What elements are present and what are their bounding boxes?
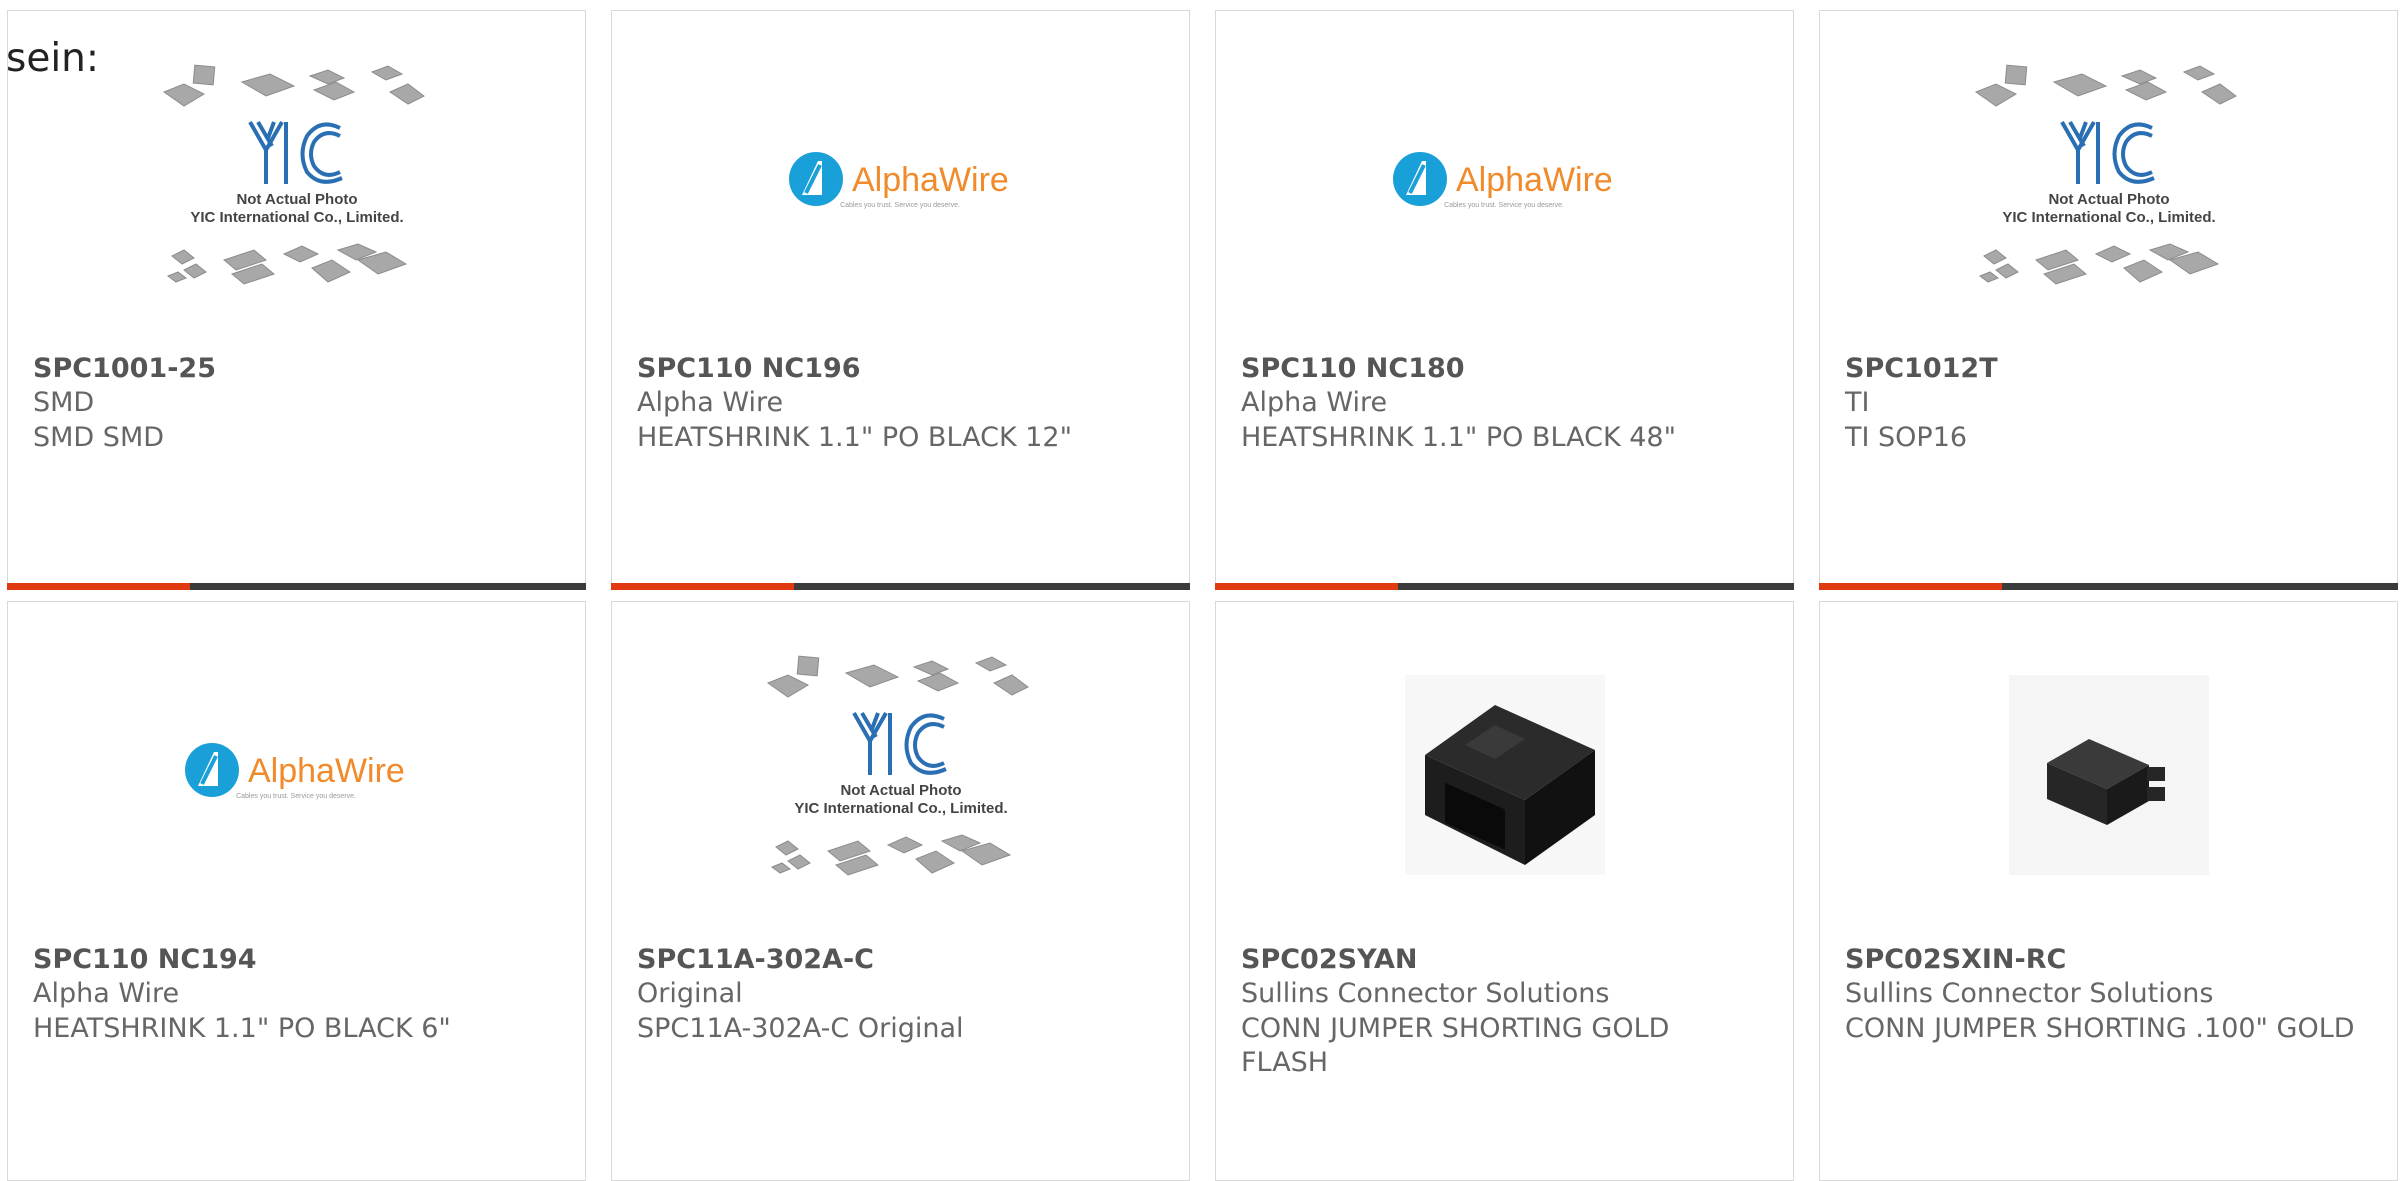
product-title[interactable]: SPC110 NC194 [33,944,257,975]
card-hover-bar [1819,583,2398,590]
product-brand: TI [1845,387,1870,418]
product-description: HEATSHRINK 1.1" PO BLACK 12" [637,422,1073,453]
product-description: CONN JUMPER SHORTING .100" GOLD [1845,1013,2355,1044]
product-card[interactable]: AlphaWire Cables you trust. Service you … [7,601,586,1181]
placeholder-line2: YIC International Co., Limited. [190,209,403,226]
product-card[interactable]: Not Actual Photo YIC International Co., … [611,601,1190,1181]
yic-placeholder-image[interactable]: Not Actual Photo YIC International Co., … [756,655,1046,876]
product-title[interactable]: SPC11A-302A-C [637,944,874,975]
yic-placeholder-image[interactable]: Not Actual Photo YIC International Co., … [152,64,442,285]
product-card[interactable]: AlphaWire Cables you trust. Service you … [611,10,1190,590]
product-brand: SMD [33,387,95,418]
alphawire-tagline: Cables you trust. Service you deserve. [236,793,356,800]
placeholder-line2: YIC International Co., Limited. [794,800,1007,817]
card-hover-accent [1819,583,2002,590]
alphawire-tagline: Cables you trust. Service you deserve. [840,202,960,209]
card-hover-bar [7,583,586,590]
page-heading: sein: [6,36,100,81]
product-description: SMD SMD [33,422,165,453]
card-hover-bar [1215,583,1794,590]
product-brand: Alpha Wire [1241,387,1388,418]
product-description: CONN JUMPER SHORTING GOLD FLASH [1241,1013,1670,1078]
alphawire-name: AlphaWire [248,752,405,790]
product-description: HEATSHRINK 1.1" PO BLACK 48" [1241,422,1677,453]
product-description: SPC11A-302A-C Original [637,1013,964,1044]
product-description: HEATSHRINK 1.1" PO BLACK 6" [33,1013,451,1044]
product-card[interactable]: SPC02SXIN-RC Sullins Connector Solutions… [1819,601,2398,1181]
placeholder-line2: YIC International Co., Limited. [2002,209,2215,226]
alphawire-name: AlphaWire [1456,161,1613,199]
alphawire-tagline: Cables you trust. Service you deserve. [1444,202,1564,209]
product-title[interactable]: SPC1001-25 [33,353,216,384]
alphawire-logo-image[interactable]: AlphaWire Cables you trust. Service you … [756,89,1046,279]
jumper-product-image[interactable] [1964,675,2254,875]
product-description: TI SOP16 [1845,422,1968,453]
product-title[interactable]: SPC110 NC180 [1241,353,1465,384]
product-card[interactable]: SPC02SYAN Sullins Connector Solutions CO… [1215,601,1794,1181]
alphawire-logo-image[interactable]: AlphaWire Cables you trust. Service you … [1360,89,1650,279]
product-title[interactable]: SPC02SYAN [1241,944,1418,975]
alphawire-logo-image[interactable]: AlphaWire Cables you trust. Service you … [152,680,442,870]
alphawire-name: AlphaWire [852,161,1009,199]
product-brand: Sullins Connector Solutions [1241,978,1610,1009]
product-title[interactable]: SPC110 NC196 [637,353,861,384]
placeholder-line1: Not Actual Photo [840,782,961,799]
yic-placeholder-image[interactable]: Not Actual Photo YIC International Co., … [1964,64,2254,285]
product-title[interactable]: SPC1012T [1845,353,1998,384]
product-card[interactable]: AlphaWire Cables you trust. Service you … [1215,10,1794,590]
product-brand: Original [637,978,743,1009]
card-hover-accent [611,583,794,590]
product-card[interactable]: Not Actual Photo YIC International Co., … [7,10,586,590]
product-brand: Sullins Connector Solutions [1845,978,2214,1009]
placeholder-line1: Not Actual Photo [2048,191,2169,208]
placeholder-line1: Not Actual Photo [236,191,357,208]
card-hover-bar [611,583,1190,590]
product-card[interactable]: Not Actual Photo YIC International Co., … [1819,10,2398,590]
product-grid: Not Actual Photo YIC International Co., … [0,0,2400,1181]
card-hover-accent [7,583,190,590]
product-brand: Alpha Wire [33,978,180,1009]
product-title[interactable]: SPC02SXIN-RC [1845,944,2066,975]
jumper-product-image[interactable] [1360,675,1650,875]
product-brand: Alpha Wire [637,387,784,418]
card-hover-accent [1215,583,1398,590]
